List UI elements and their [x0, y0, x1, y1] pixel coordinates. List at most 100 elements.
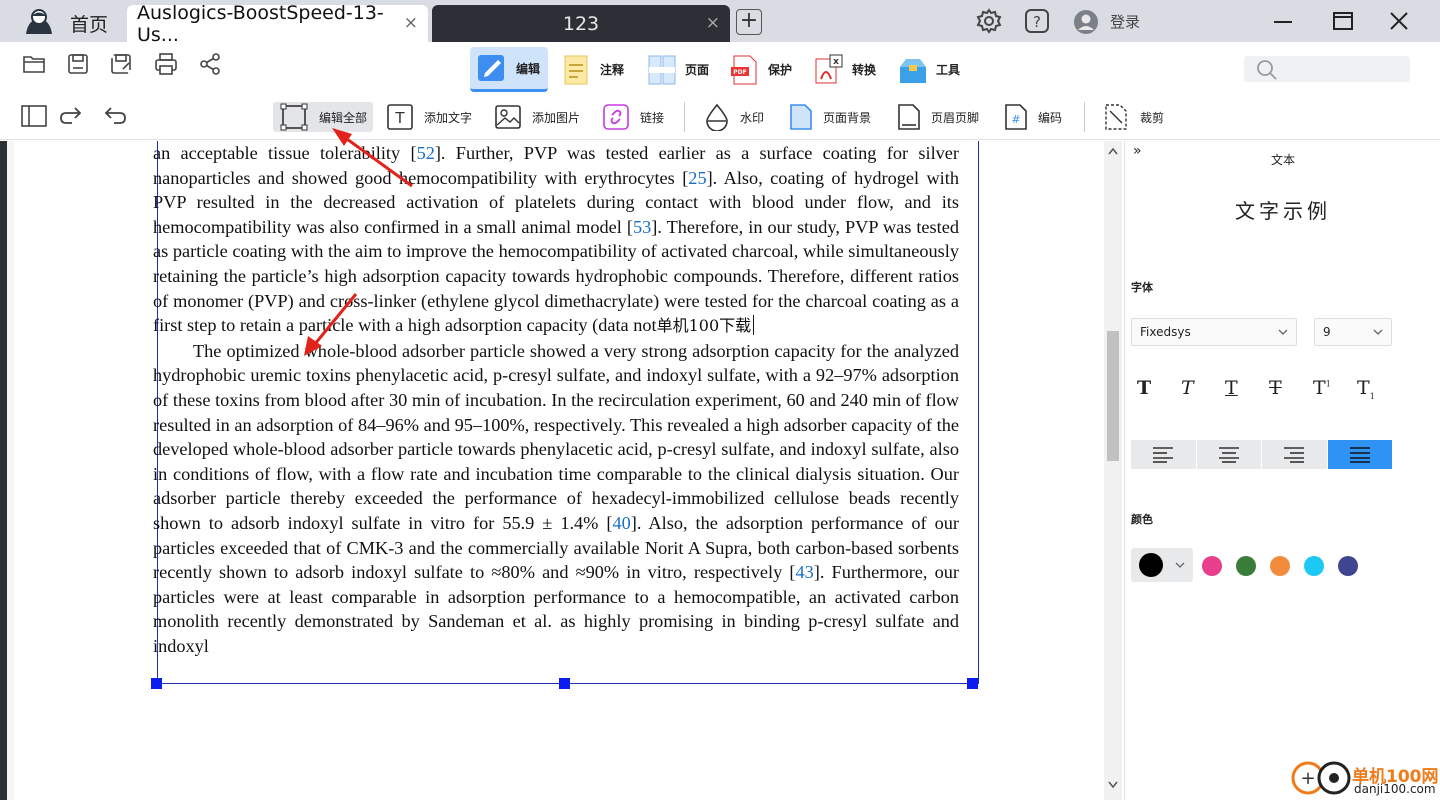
tab-edit-label: 编辑 [516, 61, 541, 76]
citation-link[interactable]: 53 [633, 217, 651, 237]
text-run: an acceptable tissue tolerability [ [153, 143, 417, 163]
subscript-button[interactable]: T1 [1357, 377, 1375, 401]
add-text-button[interactable]: T 添加文字 [386, 102, 472, 132]
link-button[interactable]: 链接 [602, 102, 664, 132]
edit-icon [478, 55, 504, 81]
strikethrough-button[interactable]: T [1269, 377, 1282, 399]
align-right-button[interactable] [1262, 440, 1328, 469]
title-bar: 首页 Auslogics-BoostSpeed-13-Us... × 123 ×… [0, 0, 1440, 46]
scroll-down-icon[interactable] [1108, 781, 1118, 789]
settings-icon[interactable] [976, 8, 1002, 34]
page-background-label: 页面背景 [823, 110, 872, 125]
bates-number-label: 编码 [1038, 110, 1063, 125]
bold-button[interactable]: T [1137, 377, 1151, 399]
text-cursor: ​ [753, 315, 755, 336]
tab-protect-label: 保护 [768, 63, 793, 77]
font-family-select[interactable]: Fixedsys [1131, 318, 1297, 346]
tab-tools-label: 工具 [936, 63, 961, 77]
tab-close-icon[interactable]: × [706, 13, 720, 33]
tools-icon [900, 58, 926, 83]
chevron-down-icon [1278, 329, 1288, 335]
share-icon[interactable] [198, 52, 222, 76]
new-tab-button[interactable]: + [736, 9, 762, 35]
scrollbar-thumb[interactable] [1107, 331, 1119, 461]
tab-convert[interactable]: x 转换 [812, 47, 876, 92]
minimize-icon[interactable] [1272, 12, 1294, 32]
citation-link[interactable]: 25 [688, 168, 706, 188]
tab-document-123[interactable]: 123 × [432, 5, 730, 42]
tab-label: Auslogics-BoostSpeed-13-Us... [137, 1, 384, 46]
superscript-button[interactable]: T1 [1313, 377, 1331, 399]
undo-icon[interactable] [102, 104, 128, 128]
tab-protect[interactable]: PDF 保护 [728, 47, 792, 92]
resize-handle[interactable] [151, 678, 162, 689]
maximize-icon[interactable] [1332, 11, 1354, 31]
sidebar-toggle-icon[interactable] [20, 104, 48, 128]
align-justify-button[interactable] [1327, 440, 1393, 469]
scroll-up-icon[interactable] [1108, 147, 1118, 155]
edit-all-icon [280, 103, 308, 131]
citation-link[interactable]: 40 [613, 513, 631, 533]
color-swatch-cyan[interactable] [1304, 556, 1324, 576]
header-footer-button[interactable]: 页眉页脚 [897, 102, 979, 132]
citation-link[interactable]: 52 [417, 143, 435, 163]
crop-label: 裁剪 [1140, 110, 1165, 125]
color-picker-dropdown[interactable] [1131, 548, 1193, 582]
italic-button[interactable]: T [1181, 377, 1194, 399]
open-icon[interactable] [22, 52, 46, 76]
color-swatch-pink[interactable] [1202, 556, 1222, 576]
crop-button[interactable]: 裁剪 [1104, 102, 1164, 132]
svg-text:?: ? [1033, 13, 1041, 31]
link-label: 链接 [640, 110, 665, 125]
chevron-down-icon [1175, 562, 1185, 568]
resize-handle[interactable] [559, 678, 570, 689]
redo-icon[interactable] [58, 104, 84, 128]
login-link[interactable]: 登录 [1110, 11, 1140, 32]
align-justify-icon [1349, 446, 1370, 463]
svg-text:+: + [1300, 768, 1315, 789]
help-icon[interactable]: ? [1024, 8, 1050, 34]
tab-tools[interactable]: 工具 [896, 47, 960, 92]
tab-convert-label: 转换 [852, 63, 877, 77]
tab-annotate-label: 注释 [600, 63, 625, 77]
home-tab[interactable]: 首页 [70, 10, 108, 37]
edit-all-button[interactable]: 编辑全部 [273, 102, 374, 132]
inserted-text: 单机100下载 [656, 316, 752, 336]
tab-close-icon[interactable]: × [404, 13, 418, 33]
align-left-button[interactable] [1131, 440, 1197, 469]
add-image-label: 添加图片 [532, 110, 581, 125]
tab-page[interactable]: 页面 [645, 47, 709, 92]
print-icon[interactable] [154, 52, 178, 76]
resize-handle[interactable] [967, 678, 978, 689]
bates-number-button[interactable]: # 编码 [1004, 102, 1062, 132]
add-image-button[interactable]: 添加图片 [494, 102, 580, 132]
font-size-select[interactable]: 9 [1314, 318, 1392, 346]
toolbar-divider [1084, 102, 1085, 132]
save-as-icon[interactable] [109, 52, 133, 76]
page-background-button[interactable]: 页面背景 [789, 102, 871, 132]
paragraph-2: The optimized whole-blood adsorber parti… [153, 339, 959, 659]
close-icon[interactable] [1388, 11, 1410, 31]
tab-annotate[interactable]: 注释 [560, 47, 624, 92]
color-swatch-indigo[interactable] [1338, 556, 1358, 576]
color-swatch-green[interactable] [1236, 556, 1256, 576]
tab-active-document[interactable]: Auslogics-BoostSpeed-13-Us... × [127, 2, 428, 46]
color-swatch-orange[interactable] [1270, 556, 1290, 576]
add-image-icon [495, 105, 521, 129]
document-text[interactable]: an acceptable tissue tolerability [52]. … [153, 141, 959, 658]
header-footer-label: 页眉页脚 [931, 110, 980, 125]
bates-number-icon: # [1005, 104, 1027, 130]
chevron-down-icon [1373, 329, 1383, 335]
vertical-scrollbar[interactable] [1104, 141, 1122, 800]
search-input[interactable] [1244, 56, 1410, 82]
tab-edit[interactable]: 编辑 [470, 47, 549, 92]
watermark-button[interactable]: 水印 [704, 102, 764, 132]
align-center-button[interactable] [1196, 440, 1262, 469]
save-icon[interactable] [66, 52, 90, 76]
citation-link[interactable]: 43 [795, 562, 813, 582]
svg-text:x: x [833, 57, 839, 67]
tab-page-label: 页面 [685, 63, 710, 77]
user-icon[interactable] [1073, 9, 1099, 35]
underline-button[interactable]: T [1225, 377, 1238, 399]
text-properties-panel: » 文本 文字示例 字体 Fixedsys 9 T T T T T1 T1 颜色 [1124, 141, 1440, 800]
